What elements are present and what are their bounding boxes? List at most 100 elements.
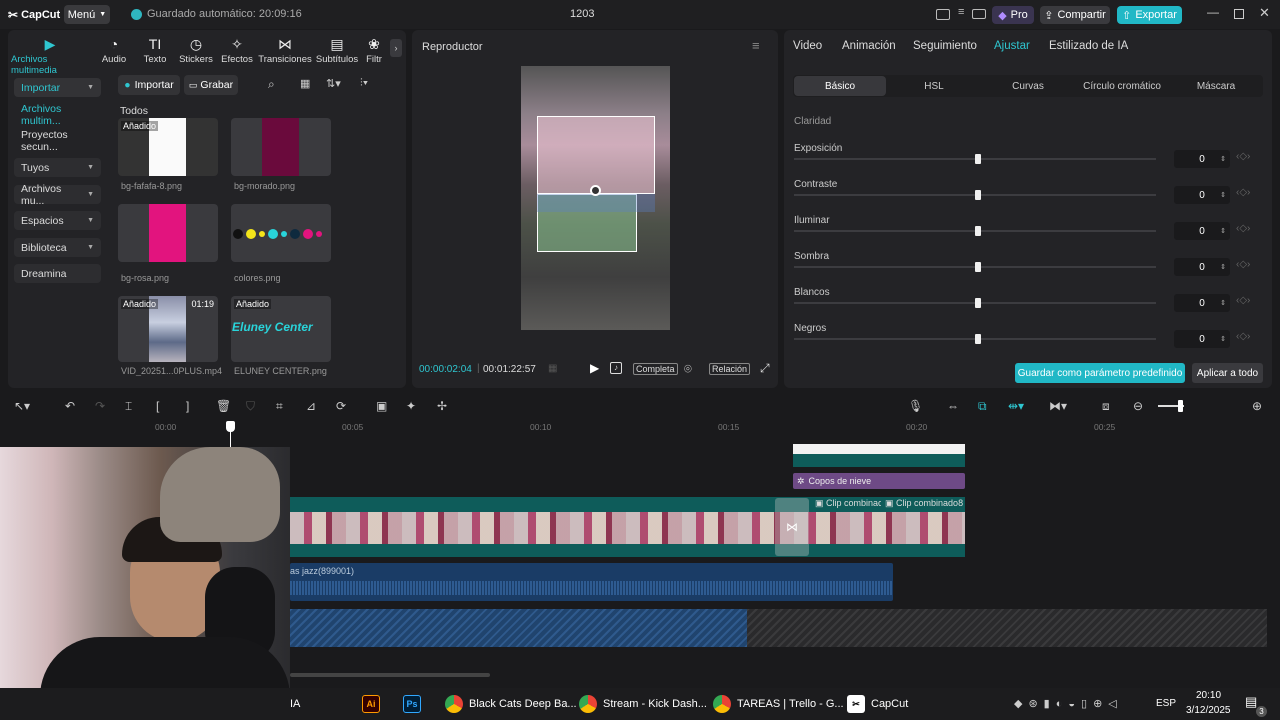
notification-icon[interactable]: ▤ <box>1245 694 1257 710</box>
slider-value-input[interactable]: 0 ⇕ <box>1174 222 1230 240</box>
media-item-eluney[interactable]: Añadido Eluney Center <box>231 296 331 362</box>
rotate-icon[interactable]: ⟳ <box>336 399 346 413</box>
ratio-button[interactable]: Relación <box>709 363 751 375</box>
fullscreen-icon[interactable]: ⤢ <box>760 361 770 376</box>
menu-lines-icon[interactable]: ≡ <box>958 6 964 18</box>
tool-subtitles[interactable]: ▤ Subtítulos <box>314 36 360 65</box>
subtab-color-wheel[interactable]: Círculo cromático <box>1075 76 1169 96</box>
crop-icon[interactable]: ⌗ <box>276 399 283 414</box>
effect-clip[interactable]: ✲ Copos de nieve <box>793 473 965 489</box>
slider-value-input[interactable]: 0 ⇕ <box>1174 258 1230 276</box>
taskbar-chrome-3[interactable]: TAREAS | Trello - G... <box>713 693 844 715</box>
tab-tracking[interactable]: Seguimiento <box>913 40 977 52</box>
teal-clip[interactable] <box>793 454 965 467</box>
tool-media[interactable]: ▶ Archivos multimedia <box>11 36 89 76</box>
tab-adjust[interactable]: Ajustar <box>994 40 1030 52</box>
stepper-icon[interactable]: ⇕ <box>1220 155 1226 163</box>
share-button[interactable]: ⇪ Compartir <box>1040 6 1110 24</box>
zoom-out-icon[interactable]: ⊖ <box>1133 399 1143 413</box>
stepper-icon[interactable]: ⇕ <box>1220 191 1226 199</box>
grid-view-icon[interactable]: ▦ <box>300 77 310 90</box>
media-item-video[interactable]: Añadido 01:19 <box>118 296 218 362</box>
tiktok-icon[interactable]: ♪ <box>610 362 622 374</box>
taskbar-chrome-1[interactable]: Black Cats Deep Ba... <box>445 693 577 715</box>
slider-knob[interactable] <box>975 226 981 236</box>
menu-button[interactable]: Menú ▼ <box>64 5 110 24</box>
redo-icon[interactable]: ↷ <box>95 399 105 413</box>
sort-icon[interactable]: ⇅▾ <box>326 77 341 90</box>
zoom-slider-knob[interactable] <box>1178 400 1183 412</box>
video-preview[interactable] <box>521 66 670 330</box>
select-tool-icon[interactable]: ↖▾ <box>14 399 30 413</box>
snapshot-icon[interactable]: ⌾ <box>684 361 692 377</box>
tool-text[interactable]: TI Texto <box>132 36 178 65</box>
keyframe-icon[interactable]: ‹◇› <box>1236 331 1250 342</box>
player-menu-icon[interactable]: ≡ <box>752 38 760 53</box>
delete-icon[interactable]: 🗑 <box>216 399 231 413</box>
close-icon[interactable]: ✕ <box>1259 5 1270 21</box>
combined-clip-1[interactable]: ▣ Clip combinac <box>815 498 881 510</box>
subtab-basic[interactable]: Básico <box>794 76 886 96</box>
import-button[interactable]: ● Importar <box>118 75 180 95</box>
keyframe-icon[interactable]: ‹◇› <box>1236 295 1250 306</box>
tab-video[interactable]: Video <box>793 40 822 52</box>
save-preset-button[interactable]: Guardar como parámetro predefinido <box>1015 363 1185 383</box>
media-item-bg-fafafa[interactable]: Añadido <box>118 118 218 176</box>
shortcuts-icon[interactable] <box>972 9 986 19</box>
export-button[interactable]: ⇧ Exportar <box>1117 6 1182 24</box>
split-left-icon[interactable]: [ <box>156 399 159 413</box>
playhead[interactable] <box>226 421 235 432</box>
main-track-magnet-icon[interactable]: ⧉ <box>978 399 987 414</box>
anchor-point-icon[interactable] <box>590 185 601 196</box>
layout-icon[interactable] <box>936 9 950 20</box>
link-icon[interactable]: ⇔ <box>947 399 959 413</box>
split-right-icon[interactable]: ] <box>186 399 189 413</box>
split-icon[interactable]: ⌶ <box>125 399 132 414</box>
pro-button[interactable]: ◆ Pro <box>992 6 1034 24</box>
media-item-colores[interactable] <box>231 204 331 262</box>
clock-time[interactable]: 20:10 <box>1196 690 1221 701</box>
magic-icon[interactable]: ✦ <box>406 399 416 413</box>
microphone-icon[interactable]: 🎙 <box>908 399 923 413</box>
sidebar-item-secondary-projects[interactable]: Proyectos secun... <box>14 129 101 153</box>
zoom-in-icon[interactable]: ⊕ <box>1252 399 1262 413</box>
mirror-icon[interactable]: ⊿ <box>306 399 316 413</box>
sidebar-item-spaces[interactable]: Espacios ▼ <box>14 211 101 230</box>
sidebar-item-import[interactable]: Importar ▼ <box>14 78 101 97</box>
combined-clip-2[interactable]: ▣ Clip combinado8 <box>885 498 965 510</box>
white-clip[interactable] <box>793 444 965 454</box>
clock-date[interactable]: 3/12/2025 <box>1186 705 1231 716</box>
shield-icon[interactable]: ⛉ <box>246 399 255 414</box>
tool-filters[interactable]: ❀ Filtr <box>360 36 388 65</box>
subtab-mask[interactable]: Máscara <box>1169 76 1263 96</box>
transition-marker[interactable]: ⋈ <box>775 498 809 556</box>
record-button[interactable]: ▭ Grabar <box>184 75 238 95</box>
sidebar-item-yours[interactable]: Tuyos ▼ <box>14 158 101 177</box>
slider-value-input[interactable]: 0 ⇕ <box>1174 150 1230 168</box>
full-quality-button[interactable]: Completa <box>633 363 678 375</box>
slider-value-input[interactable]: 0 ⇕ <box>1174 294 1230 312</box>
sidebar-item-library[interactable]: Biblioteca ▼ <box>14 238 101 257</box>
slider-knob[interactable] <box>975 190 981 200</box>
slider-knob[interactable] <box>975 334 981 344</box>
preview-axis-icon[interactable]: ⧈ <box>1102 399 1110 414</box>
slider-value-input[interactable]: 0 ⇕ <box>1174 330 1230 348</box>
language-indicator[interactable]: ESP <box>1156 698 1176 709</box>
project-title[interactable]: 1203 <box>570 8 594 20</box>
search-icon[interactable]: ⌕ <box>268 77 275 92</box>
minimize-icon[interactable]: — <box>1207 5 1219 19</box>
slider-knob[interactable] <box>975 262 981 272</box>
play-icon[interactable]: ▶ <box>590 361 599 375</box>
photoshop-icon[interactable]: Ps <box>403 693 421 715</box>
tool-stickers[interactable]: ◷ Stickers <box>173 36 219 65</box>
subtab-curves[interactable]: Curvas <box>981 76 1075 96</box>
media-item-bg-morado[interactable] <box>231 118 331 176</box>
tab-animation[interactable]: Animación <box>842 40 896 52</box>
sidebar-item-archives[interactable]: Archivos mu... ▼ <box>14 183 101 207</box>
filter-icon[interactable]: ⫶▾ <box>360 77 368 90</box>
keyframe-icon[interactable]: ‹◇› <box>1236 187 1250 198</box>
sidebar-item-media-files[interactable]: Archivos multim... <box>14 103 101 127</box>
undo-icon[interactable]: ↶ <box>65 399 75 413</box>
tray-icons[interactable]: ◆⊛▮◐◒▯⊕◁ <box>1014 697 1123 710</box>
audio-clip[interactable]: as jazz(899001) <box>290 563 893 601</box>
